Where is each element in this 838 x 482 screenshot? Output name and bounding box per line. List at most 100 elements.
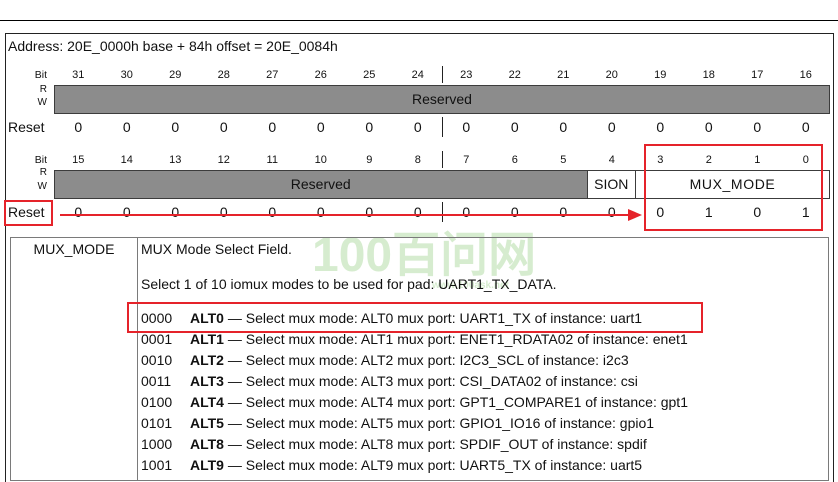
reset-value: 0 [365,119,374,135]
bit-number: 28 [217,69,230,81]
reset-value: 0 [753,119,762,135]
mode-description: — Select mux mode: ALT1 mux port: ENET1_… [227,331,688,347]
reset-value: 0 [462,119,471,135]
mode-description: — Select mux mode: ALT3 mux port: CSI_DA… [227,373,638,389]
reset-value: 0 [74,119,83,135]
mode-code: 0000 [141,310,173,326]
mux-mode-option-alt8: 1000 ALT8 — Select mux mode: ALT8 mux por… [141,434,688,455]
field-sion: SION [586,170,636,199]
reset-value: 0 [656,119,665,135]
mode-alt-name: ALT3 [190,373,224,389]
mode-description: — Select mux mode: ALT2 mux port: I2C3_S… [227,352,629,368]
write-label: W [37,97,47,108]
mode-description: — Select mux mode: ALT8 mux port: SPDIF_… [227,436,647,452]
reset-value: 0 [316,119,325,135]
reset-value: 0 [316,204,325,220]
mux-mode-option-alt2: 0010 ALT2 — Select mux mode: ALT2 mux por… [141,350,688,371]
reset-label-lower: Reset [8,204,45,220]
field-reserved-15-5: Reserved [54,170,588,199]
mode-code: 0101 [141,415,173,431]
mux-mode-list: 0000 ALT0 — Select mux mode: ALT0 mux por… [141,308,688,476]
bit-number: 2 [705,154,712,166]
field-name-cell: MUX_MODE [33,241,115,257]
bit-number: 30 [120,69,133,81]
reset-value: 0 [510,204,519,220]
reset-value: 0 [559,119,568,135]
mode-code: 1000 [141,436,173,452]
reset-value: 0 [268,119,277,135]
bit-number: 22 [508,69,521,81]
reset-value: 0 [656,204,665,220]
mode-code: 0001 [141,331,173,347]
mode-alt-name: ALT8 [190,436,224,452]
bit-number: 21 [557,69,570,81]
mode-alt-name: ALT0 [190,310,224,326]
bit-number: 8 [414,154,421,166]
reset-value: 0 [122,204,131,220]
mux-mode-option-alt0: 0000 ALT0 — Select mux mode: ALT0 mux por… [141,308,688,329]
mode-description: — Select mux mode: ALT0 mux port: UART1_… [227,310,643,326]
bit-number: 26 [314,69,327,81]
bit-number: 25 [363,69,376,81]
bit-number: 20 [605,69,618,81]
bit-number: 4 [608,154,615,166]
bit-number: 6 [511,154,518,166]
reset-value: 0 [219,119,228,135]
bit-number: 5 [560,154,567,166]
mode-code: 1001 [141,457,173,473]
field-description-column-divider [137,237,138,481]
bit-number: 3 [657,154,664,166]
bit-number: 17 [751,69,764,81]
mode-alt-name: ALT9 [190,457,224,473]
reset-value: 0 [607,119,616,135]
reset-value: 0 [462,204,471,220]
mode-alt-name: ALT1 [190,331,224,347]
reset-value: 0 [365,204,374,220]
mode-code: 0011 [141,373,172,389]
reset-value: 0 [268,204,277,220]
mode-code: 0010 [141,352,173,368]
field-mux-mode: MUX_MODE [635,170,830,199]
read-label: R [39,167,47,178]
bit-number: 24 [411,69,424,81]
read-label: R [39,84,47,95]
bit-number: 15 [72,154,85,166]
byte-divider [442,66,443,83]
page-header-rule [0,20,838,21]
bit-row-label: Bit [34,154,47,166]
field-bar-lower: Reserved SION MUX_MODE [54,170,830,199]
mux-mode-option-alt5: 0101 ALT5 — Select mux mode: ALT5 mux por… [141,413,688,434]
reset-value: 1 [704,204,713,220]
mode-code: 0100 [141,394,173,410]
reset-value: 0 [413,204,422,220]
reset-label-upper: Reset [8,119,45,135]
reset-value: 0 [219,204,228,220]
reset-value: 0 [171,119,180,135]
bit-number: 23 [460,69,473,81]
reset-value: 0 [74,204,83,220]
field-title: MUX Mode Select Field. [141,241,292,257]
mode-description: — Select mux mode: ALT5 mux port: GPIO1_… [227,415,655,431]
mux-mode-option-alt1: 0001 ALT1 — Select mux mode: ALT1 mux por… [141,329,688,350]
mux-mode-option-alt3: 0011 ALT3 — Select mux mode: ALT3 mux por… [141,371,688,392]
reset-value: 0 [171,204,180,220]
bit-number: 16 [799,69,812,81]
reset-value: 0 [753,204,762,220]
mode-description: — Select mux mode: ALT4 mux port: GPT1_C… [227,394,688,410]
reset-value: 0 [559,204,568,220]
bit-row-label: Bit [34,69,47,81]
field-reserved-31-16: Reserved [54,85,830,114]
reset-value: 0 [704,119,713,135]
mode-alt-name: ALT2 [190,352,224,368]
byte-divider [442,202,443,222]
bit-number: 31 [72,69,85,81]
bit-number: 7 [463,154,470,166]
field-summary: Select 1 of 10 iomux modes to be used fo… [141,276,557,292]
bit-number: 13 [169,154,182,166]
bit-number: 1 [754,154,761,166]
mode-alt-name: ALT5 [190,415,224,431]
field-bar-upper: Reserved [54,85,830,114]
mux-mode-option-alt9: 1001 ALT9 — Select mux mode: ALT9 mux por… [141,455,688,476]
reset-value: 0 [122,119,131,135]
bit-number: 29 [169,69,182,81]
